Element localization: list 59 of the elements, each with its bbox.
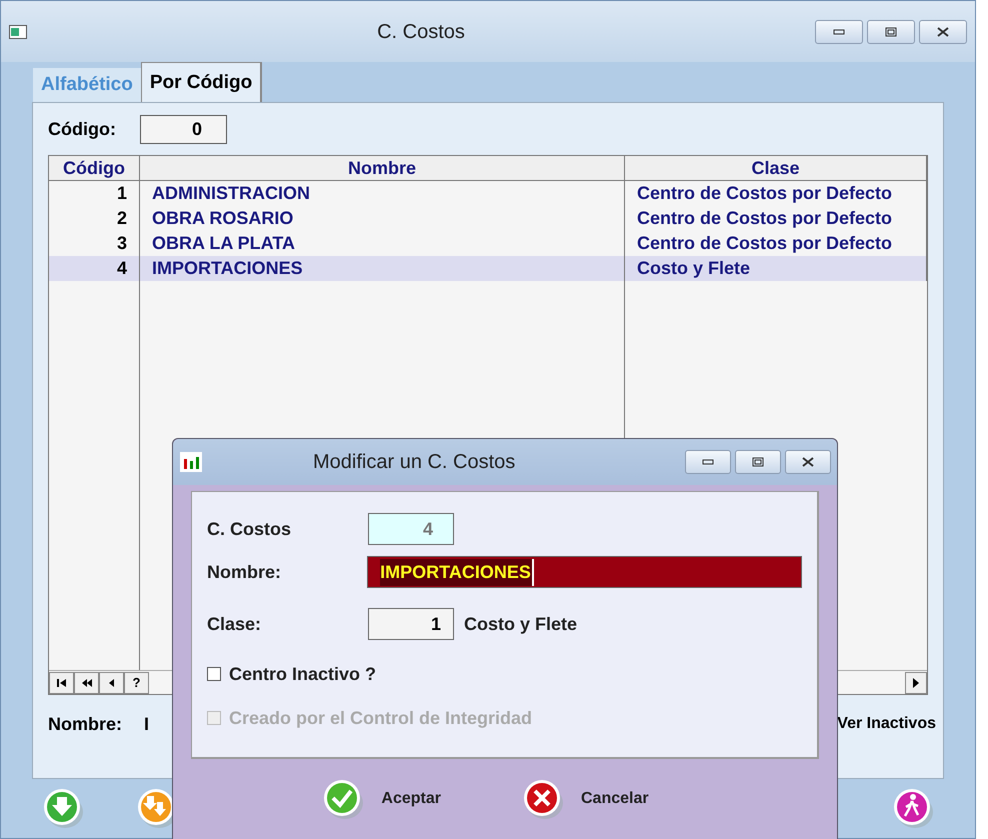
- right-arrow-icon: [913, 678, 919, 688]
- first-button[interactable]: [49, 672, 74, 694]
- class-description: Costo y Flete: [464, 612, 578, 636]
- close-button[interactable]: [785, 450, 831, 474]
- table-cell: 2: [49, 206, 140, 232]
- close-button[interactable]: [919, 20, 967, 44]
- previous-page-button[interactable]: [74, 672, 99, 694]
- field-label: Clase:: [207, 612, 262, 636]
- minimize-button[interactable]: [815, 20, 863, 44]
- accept-button[interactable]: Aceptar: [321, 777, 441, 821]
- checkbox-label: Centro Inactivo ?: [229, 662, 376, 686]
- app-icon: [9, 24, 27, 39]
- table-row[interactable]: 4 IMPORTACIONES Costo y Flete: [49, 256, 927, 282]
- maximize-icon: [885, 26, 897, 37]
- table-cell: Centro de Costos por Defecto: [625, 206, 927, 232]
- table-cell: OBRA ROSARIO: [140, 206, 625, 232]
- first-icon: [56, 678, 68, 688]
- minimize-button[interactable]: [685, 450, 731, 474]
- close-icon: [937, 26, 949, 37]
- column-header[interactable]: Clase: [625, 156, 927, 180]
- close-icon: [802, 457, 814, 467]
- column-header[interactable]: Nombre: [140, 156, 625, 180]
- minimize-icon: [702, 459, 714, 465]
- dialog-title: Modificar un C. Costos: [312, 450, 516, 475]
- previous-page-icon: [80, 678, 92, 688]
- scroll-right-button[interactable]: [905, 672, 927, 694]
- table-cell: ADMINISTRACION: [140, 181, 625, 206]
- name-input[interactable]: IMPORTACIONES: [367, 556, 802, 588]
- table-cell: 1: [49, 181, 140, 206]
- table-row[interactable]: 1 ADMINISTRACION Centro de Costos por Defecto: [49, 181, 927, 206]
- field-label: Nombre:: [207, 560, 282, 584]
- checkmark-icon[interactable]: [321, 777, 366, 821]
- field-label: C. Costos: [207, 518, 292, 540]
- walking-person-icon[interactable]: [891, 786, 935, 830]
- window-title: C. Costos: [376, 20, 466, 45]
- input-value: IMPORTACIONES: [380, 558, 534, 586]
- app-icon: [179, 451, 203, 473]
- table-cell: 4: [49, 256, 140, 282]
- name-value: I: [144, 712, 150, 736]
- down-arrow-icon[interactable]: [41, 786, 85, 830]
- code-input[interactable]: 0: [140, 114, 227, 144]
- checkbox[interactable]: [207, 667, 221, 681]
- column-header[interactable]: Código: [49, 156, 140, 180]
- previous-button[interactable]: [99, 672, 124, 694]
- table-cell: Costo y Flete: [625, 256, 927, 282]
- cancel-button[interactable]: Cancelar: [520, 777, 649, 821]
- field-label: Nombre:: [48, 712, 122, 736]
- help-button[interactable]: ?: [124, 672, 149, 694]
- tab[interactable]: Por Código: [140, 62, 262, 102]
- table-cell: Centro de Costos por Defecto: [625, 181, 927, 206]
- field-label: Código:: [48, 118, 116, 141]
- maximize-button[interactable]: [735, 450, 781, 474]
- class-input[interactable]: 1: [368, 608, 454, 640]
- maximize-button[interactable]: [867, 20, 915, 44]
- table-row[interactable]: 2 OBRA ROSARIO Centro de Costos por Defecto: [49, 206, 927, 232]
- table-cell: IMPORTACIONES: [140, 256, 625, 282]
- minimize-icon: [833, 28, 845, 35]
- checkbox-label: Creado por el Control de Integridad: [229, 706, 532, 730]
- maximize-icon: [752, 457, 764, 467]
